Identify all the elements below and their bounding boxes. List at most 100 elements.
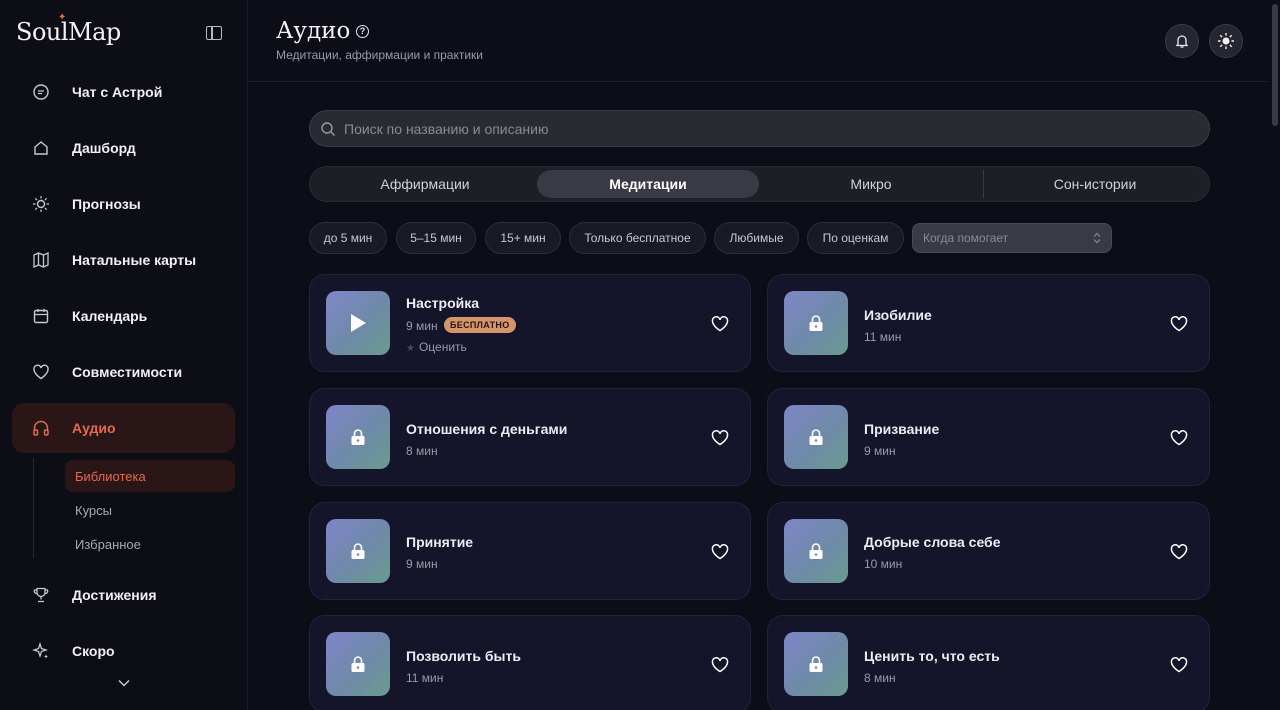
card-duration: 9 мин [406, 319, 438, 333]
home-icon [34, 141, 48, 155]
audio-card[interactable]: Изобилие 11 мин [767, 274, 1210, 372]
favorite-heart-icon[interactable] [711, 544, 729, 560]
audio-card[interactable]: Позволить быть 11 мин [309, 615, 751, 710]
favorite-heart-icon[interactable] [1170, 316, 1188, 332]
free-badge: БЕСПЛАТНО [444, 317, 516, 333]
card-duration: 8 мин [406, 444, 438, 458]
bell-icon [1175, 35, 1189, 48]
card-title: Настройка [406, 295, 480, 311]
sidebar-item-label: Совместимости [72, 364, 183, 380]
card-title: Призвание [864, 421, 940, 437]
favorite-heart-icon[interactable] [1170, 544, 1188, 560]
sun-icon [1218, 33, 1234, 49]
lock-icon [351, 543, 365, 559]
search-input[interactable] [344, 111, 1194, 146]
sidebar-item-calendar[interactable]: Календарь [12, 291, 235, 341]
search-icon [321, 122, 335, 136]
filter-chip[interactable]: до 5 мин [309, 222, 387, 254]
audio-card[interactable]: Настройка 9 мин БЕСПЛАТНО ★ Оценить [309, 274, 751, 372]
filter-chip[interactable]: По оценкам [807, 222, 904, 254]
audio-card[interactable]: Принятие 9 мин [309, 502, 751, 600]
card-thumbnail[interactable] [784, 519, 848, 583]
card-thumbnail[interactable] [326, 519, 390, 583]
tab-meditations[interactable]: Медитации [537, 170, 759, 198]
favorite-heart-icon[interactable] [1170, 657, 1188, 673]
scrollbar[interactable] [1270, 0, 1280, 710]
favorite-heart-icon[interactable] [1170, 430, 1188, 446]
audio-card[interactable]: Отношения с деньгами 8 мин [309, 388, 751, 486]
lock-icon [809, 543, 823, 559]
lock-icon [809, 656, 823, 672]
audio-card[interactable]: Призвание 9 мин [767, 388, 1210, 486]
sidebar-collapse-icon[interactable] [206, 26, 222, 40]
filter-chip[interactable]: Любимые [714, 222, 799, 254]
card-title: Изобилие [864, 307, 932, 323]
card-title: Ценить то, что есть [864, 648, 1000, 664]
sidebar-subitem-favorites[interactable]: Избранное [65, 528, 235, 560]
sidebar-subitem-library[interactable]: Библиотека [65, 460, 235, 492]
trophy-icon [33, 587, 49, 603]
logo-star-icon: ✦ [58, 12, 66, 23]
search-bar[interactable] [309, 110, 1210, 147]
submenu-line [33, 458, 34, 558]
app-logo[interactable]: SoulMap ✦ [16, 12, 121, 46]
rate-label: Оценить [418, 340, 467, 354]
card-thumbnail[interactable] [784, 632, 848, 696]
app-logo-text: SoulMap [16, 18, 121, 46]
favorite-heart-icon[interactable] [711, 316, 729, 332]
audio-card[interactable]: Добрые слова себе 10 мин [767, 502, 1210, 600]
sidebar-item-soon[interactable]: Скоро [12, 626, 235, 676]
card-thumbnail[interactable] [326, 632, 390, 696]
card-thumbnail[interactable] [326, 405, 390, 469]
sidebar-item-chat[interactable]: Чат с Астрой [12, 67, 235, 117]
headphones-icon [33, 420, 49, 436]
sidebar-item-forecasts[interactable]: Прогнозы [12, 179, 235, 229]
tab-micro[interactable]: Микро [760, 170, 982, 198]
filter-chip[interactable]: 5–15 мин [396, 222, 476, 254]
card-title: Позволить быть [406, 648, 521, 664]
card-duration: 9 мин [864, 444, 896, 458]
select-arrows-icon [1093, 232, 1101, 244]
sidebar: SoulMap ✦ Чат с Астрой Дашборд Прогнозы … [0, 0, 248, 710]
card-title: Отношения с деньгами [406, 421, 568, 437]
when-helps-select[interactable]: Когда помогает [912, 223, 1112, 253]
sidebar-item-dashboard[interactable]: Дашборд [12, 123, 235, 173]
favorite-heart-icon[interactable] [711, 657, 729, 673]
rate-link[interactable]: ★ Оценить [406, 340, 467, 354]
scrollbar-thumb[interactable] [1272, 4, 1278, 126]
page-title: Аудио [276, 18, 351, 44]
card-thumbnail[interactable] [784, 291, 848, 355]
sidebar-item-label: Чат с Астрой [72, 84, 163, 100]
sidebar-item-achievements[interactable]: Достижения [12, 570, 235, 620]
card-duration: 11 мин [864, 330, 902, 344]
sidebar-item-label: Натальные карты [72, 252, 197, 268]
help-icon[interactable]: ? [356, 25, 369, 38]
page-header: Аудио ? Медитации, аффирмации и практики [248, 0, 1269, 82]
card-thumbnail[interactable] [784, 405, 848, 469]
sidebar-item-audio[interactable]: Аудио [12, 403, 235, 453]
play-icon[interactable] [349, 313, 367, 333]
tab-affirmations[interactable]: Аффирмации [314, 170, 536, 198]
lock-icon [809, 315, 823, 331]
theme-toggle-button[interactable] [1209, 24, 1243, 58]
select-placeholder: Когда помогает [923, 231, 1009, 245]
filter-chip[interactable]: 15+ мин [485, 222, 561, 254]
sidebar-item-compatibility[interactable]: Совместимости [12, 347, 235, 397]
card-duration: 11 мин [406, 671, 444, 685]
category-tabs: Аффирмации Медитации Микро Сон-истории [309, 166, 1210, 202]
card-thumbnail[interactable] [326, 291, 390, 355]
card-title: Добрые слова себе [864, 534, 1001, 550]
sidebar-item-label: Достижения [72, 587, 157, 603]
chat-icon [33, 84, 49, 100]
filter-chip[interactable]: Только бесплатное [569, 222, 706, 254]
audio-card[interactable]: Ценить то, что есть 8 мин [767, 615, 1210, 710]
lock-icon [809, 429, 823, 445]
sidebar-item-label: Аудио [72, 420, 116, 436]
sidebar-subitem-courses[interactable]: Курсы [65, 494, 235, 526]
favorite-heart-icon[interactable] [711, 430, 729, 446]
sidebar-item-natal-charts[interactable]: Натальные карты [12, 235, 235, 285]
notifications-button[interactable] [1165, 24, 1199, 58]
chevron-down-icon[interactable] [117, 676, 131, 690]
sidebar-item-label: Календарь [72, 308, 148, 324]
tab-sleep-stories[interactable]: Сон-истории [984, 170, 1206, 198]
